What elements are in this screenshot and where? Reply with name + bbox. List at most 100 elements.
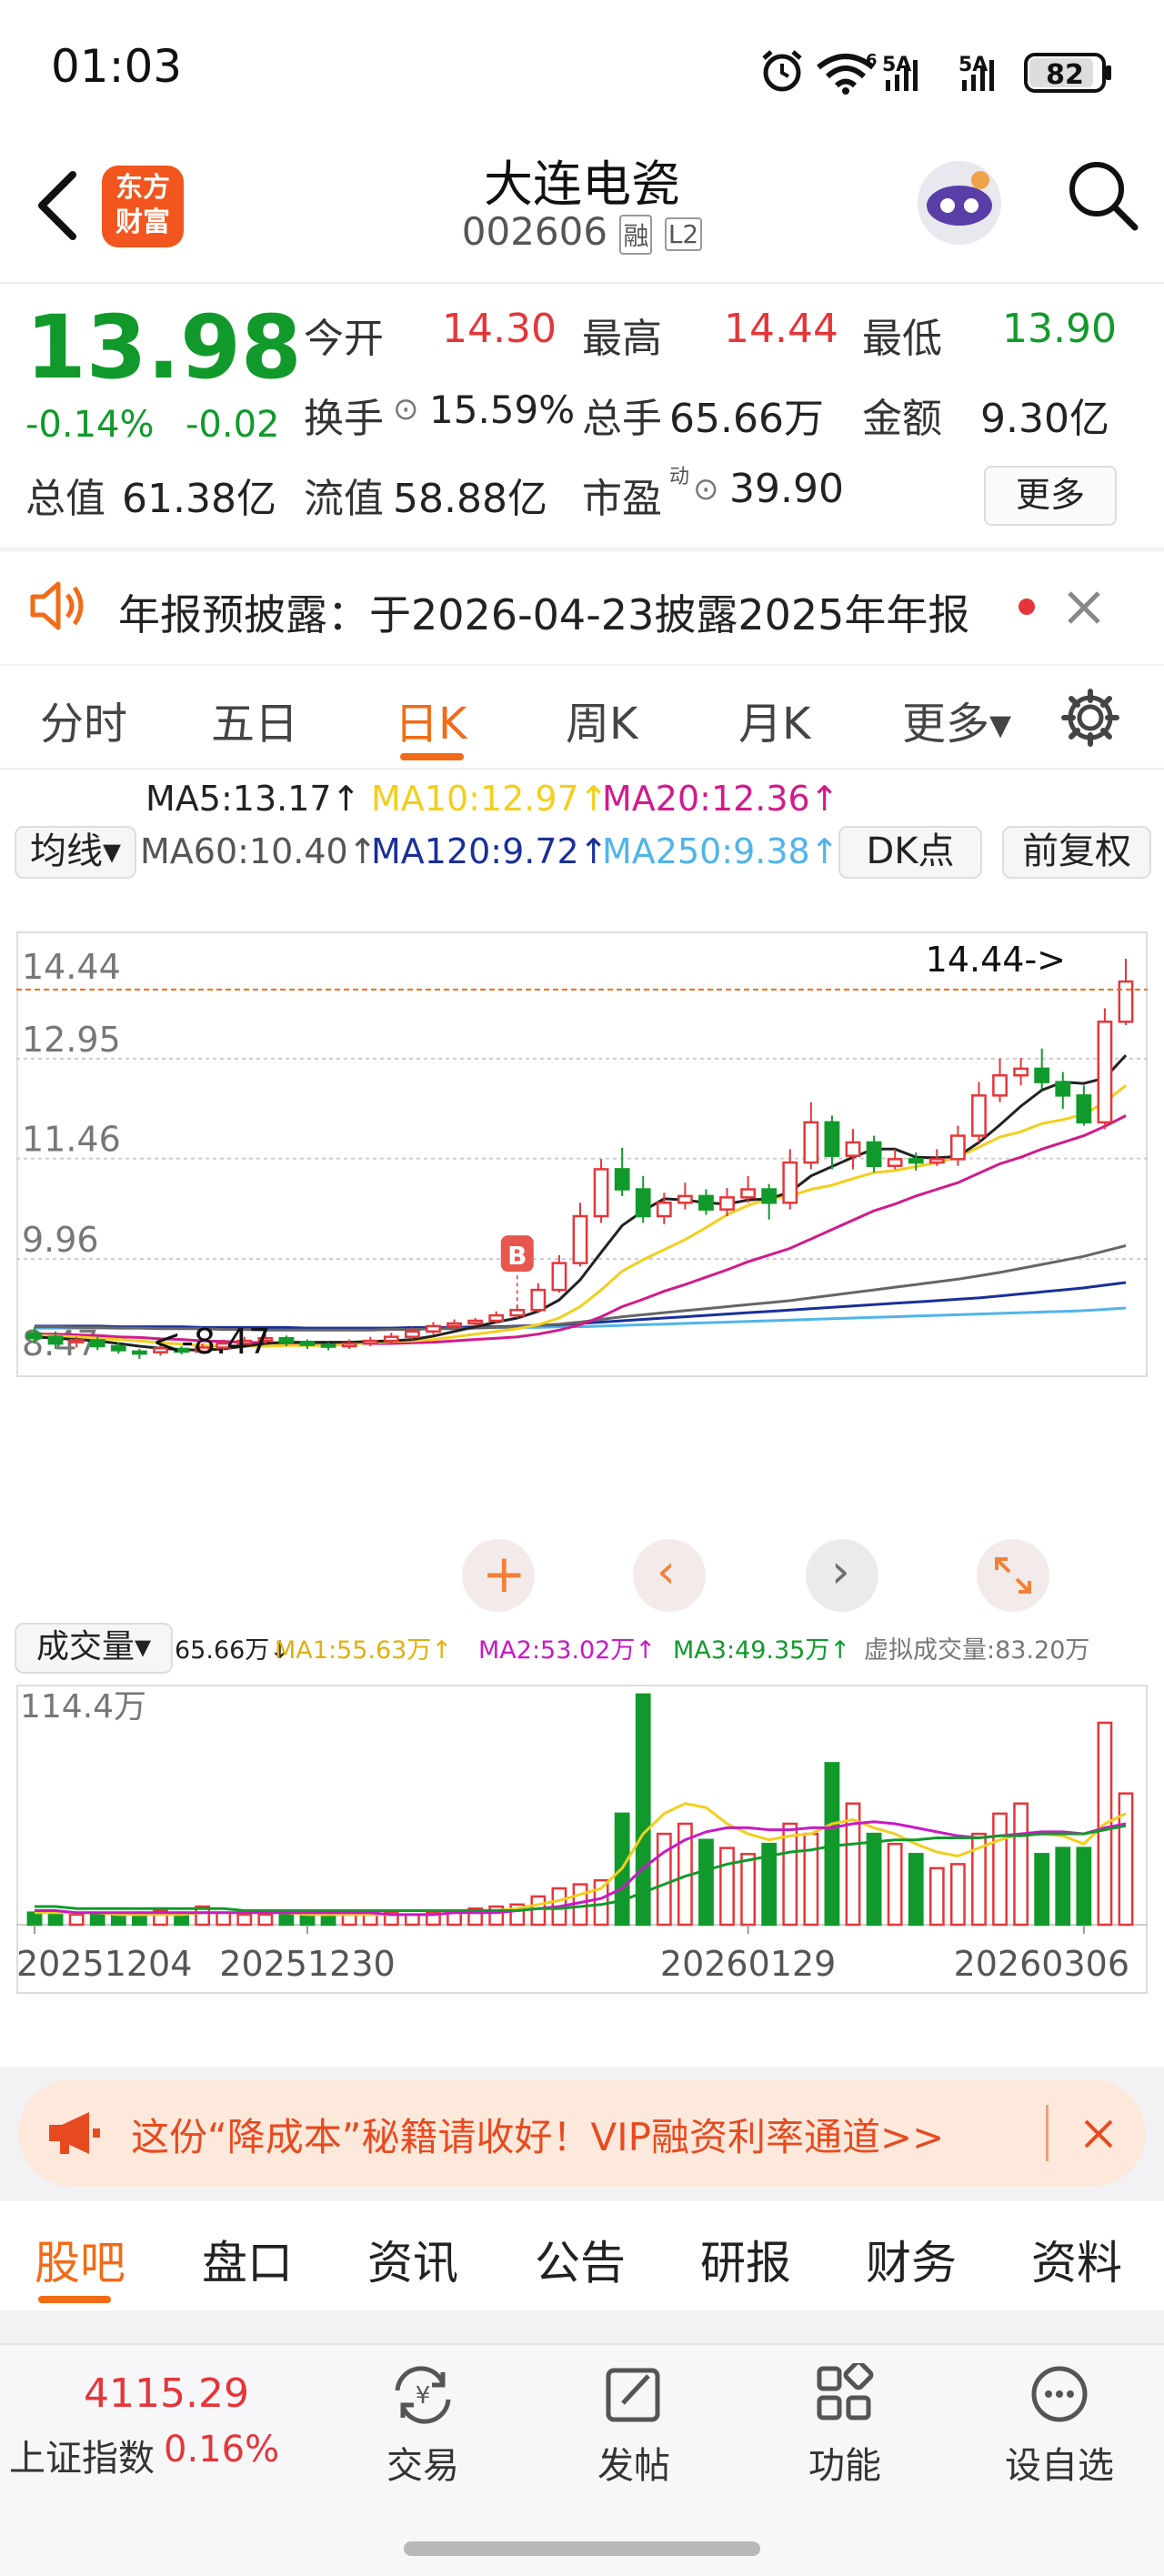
min-price-label: <-8.47	[152, 1322, 270, 1362]
zoom-in-button[interactable]: +	[462, 1539, 535, 1612]
subtab-forum[interactable]: 股吧	[35, 2227, 125, 2292]
more-button[interactable]: 更多	[984, 466, 1117, 526]
tab-daily-k[interactable]: 日K	[395, 688, 467, 751]
active-tab-indicator	[400, 753, 464, 760]
subtab-profile[interactable]: 资料	[1031, 2227, 1122, 2292]
subtab-orderbook[interactable]: 盘口	[202, 2227, 293, 2292]
add-watchlist-button[interactable]: 设自选	[1000, 2363, 1119, 2489]
volume-chart[interactable]: 114.4万 20251204 20251230 20260129 20260306	[16, 1685, 1148, 1994]
promo-text: 这份“降成本”秘籍请收好！VIP融资利率通道>>	[131, 2115, 945, 2159]
pe-sup: 动	[669, 466, 690, 488]
volume-bar	[47, 1913, 64, 1927]
pan-left-button[interactable]: ‹	[633, 1539, 706, 1612]
trade-button[interactable]: ¥ 交易	[373, 2363, 473, 2489]
dk-point-button[interactable]: DK点	[838, 826, 982, 879]
open-value: 14.30	[442, 306, 557, 352]
candle	[677, 1194, 693, 1204]
candlestick-chart[interactable]: 14.4412.9511.469.968.4714.44-><-8.47B	[16, 931, 1148, 1377]
turnover-label: 换手	[304, 396, 384, 442]
tab-monthly-k[interactable]: 月K	[738, 688, 810, 751]
subtab-news[interactable]: 资讯	[367, 2227, 458, 2292]
settings-gear-icon[interactable]	[1060, 688, 1120, 748]
date-label: 20251204	[16, 1944, 192, 1984]
amount-value: 9.30亿	[980, 396, 1109, 442]
post-button[interactable]: 发帖	[584, 2363, 684, 2489]
speaker-icon	[30, 581, 84, 630]
tab-intraday[interactable]: 分时	[40, 688, 127, 751]
candle	[1034, 1067, 1050, 1083]
expand-icon	[995, 1557, 1031, 1594]
close-icon[interactable]	[1064, 588, 1104, 628]
change-percent: -0.14%	[25, 404, 155, 446]
info-icon[interactable]: ⊙	[393, 391, 419, 428]
candle	[1097, 1021, 1113, 1124]
volume-bar	[887, 1842, 903, 1927]
candle	[47, 1335, 64, 1345]
candle	[1013, 1067, 1029, 1077]
ma-selector[interactable]: 均线▾	[15, 826, 136, 879]
high-value: 14.44	[724, 306, 838, 352]
l2-badge: L2	[664, 217, 703, 251]
promo-close-icon[interactable]	[1082, 2118, 1115, 2150]
candle	[824, 1121, 840, 1157]
pan-right-button[interactable]: ›	[806, 1539, 878, 1612]
fullscreen-button[interactable]	[977, 1539, 1049, 1612]
status-time: 01:03	[51, 40, 183, 93]
candle	[887, 1158, 903, 1167]
volume-bar	[110, 1913, 126, 1927]
candle	[572, 1214, 588, 1264]
candle	[551, 1262, 567, 1292]
candle	[761, 1188, 778, 1204]
price-tick-label: 11.46	[22, 1120, 121, 1160]
grid-icon	[817, 2360, 874, 2420]
bottom-divider	[0, 2343, 1164, 2345]
ma5-legend: MA5:13.17↑	[146, 779, 361, 819]
subtab-research[interactable]: 研报	[700, 2227, 791, 2292]
candle	[908, 1158, 924, 1164]
candle	[110, 1344, 126, 1352]
tab-five-day[interactable]: 五日	[211, 688, 298, 751]
more-dots-icon	[1031, 2366, 1088, 2422]
alarm-icon	[762, 50, 802, 92]
volume-bar	[866, 1832, 882, 1927]
tab-weekly-k[interactable]: 周K	[566, 688, 637, 751]
candle	[803, 1121, 819, 1164]
date-label: 20260306	[954, 1944, 1129, 1984]
search-icon[interactable]	[1064, 156, 1140, 233]
candle	[341, 1342, 357, 1348]
candle	[509, 1308, 526, 1317]
volume-bar	[949, 1863, 966, 1927]
volume-selector[interactable]: 成交量▾	[15, 1623, 173, 1674]
subtab-announcement[interactable]: 公告	[535, 2227, 626, 2292]
pe-info-icon[interactable]: ⊙	[693, 471, 719, 508]
volume-bar	[656, 1832, 672, 1927]
amount-label: 金额	[862, 396, 942, 442]
subtab-finance[interactable]: 财务	[866, 2227, 957, 2292]
candle	[426, 1324, 441, 1333]
notice-bar[interactable]: 年报预披露：于2026-04-23披露2025年年报	[0, 551, 1164, 664]
buy-marker-label: B	[507, 1241, 527, 1271]
promo-divider	[1046, 2105, 1049, 2161]
volume-bar	[928, 1867, 945, 1927]
robot-assistant-icon[interactable]	[909, 153, 1009, 253]
candle	[845, 1141, 861, 1157]
status-bar: 01:03 6 5A 5A 82	[0, 0, 1164, 136]
mktcap-value: 61.38亿	[122, 476, 276, 522]
trade-icon: ¥	[395, 2366, 451, 2424]
info-subtabs: 股吧 盘口 资讯 公告 研报 财务 资料	[0, 2201, 1164, 2310]
svg-text:82: 82	[1046, 59, 1084, 91]
volume-bar	[1055, 1846, 1071, 1927]
price-tick-label: 9.96	[22, 1220, 99, 1260]
chart-panel: 分时 五日 日K 周K 月K 更多▾ MA5:13.17↑ MA10:12.97…	[0, 666, 1164, 2067]
battery-icon: 82	[1024, 53, 1111, 93]
bottom-bar: 4115.29 上证指数 0.16% ¥ 交易 发帖 功能 设自选	[0, 2343, 1164, 2576]
promo-banner[interactable]: 这份“降成本”秘籍请收好！VIP融资利率通道>>	[18, 2079, 1146, 2187]
volume-bar	[530, 1895, 547, 1927]
price-tick-label: 14.44	[22, 947, 121, 987]
volume-bar	[299, 1913, 316, 1927]
mktcap-label: 总值	[25, 476, 105, 522]
adjust-button[interactable]: 前复权	[1002, 826, 1151, 879]
function-button[interactable]: 功能	[795, 2360, 895, 2489]
pe-label: 市盈	[582, 476, 662, 522]
tab-more[interactable]: 更多▾	[902, 688, 1011, 751]
